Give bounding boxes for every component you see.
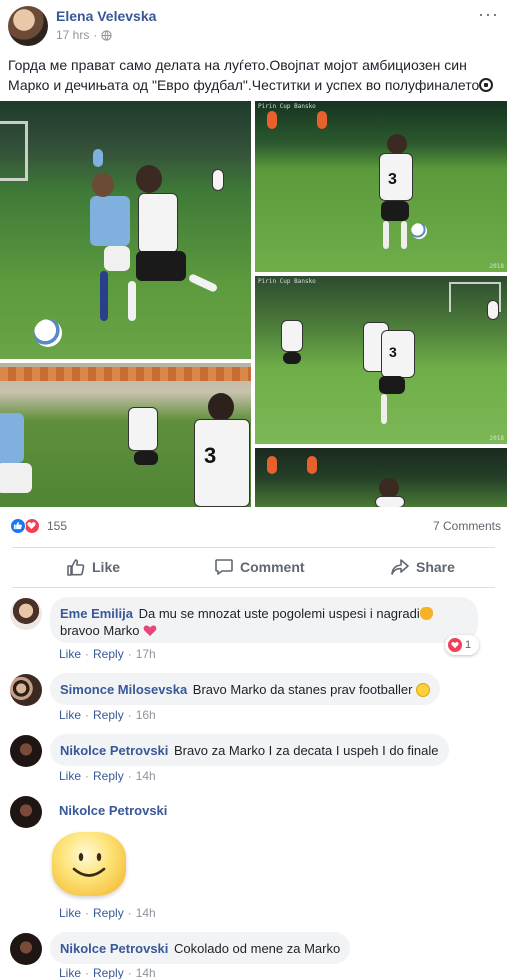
photo-5[interactable] xyxy=(255,448,507,507)
author-name[interactable]: Elena Velevska xyxy=(56,8,156,24)
commenter-avatar[interactable] xyxy=(10,796,42,828)
comment-item: Nikolce Petrovski Like · Reply · 14h xyxy=(0,795,507,923)
commenter-avatar[interactable] xyxy=(10,735,42,767)
heart-reaction-icon xyxy=(448,638,462,652)
comment-actions: Like · Reply · 16h xyxy=(59,708,156,722)
comment-like-link[interactable]: Like xyxy=(59,708,81,722)
comment-time[interactable]: 14h xyxy=(136,966,156,979)
like-reaction-icon[interactable] xyxy=(10,518,26,534)
post-actions: Like Comment Share xyxy=(0,548,507,586)
comment-text: Cokolado od mene za Marko xyxy=(174,941,341,956)
photo-4[interactable]: 3 xyxy=(0,363,251,507)
photo-2[interactable]: Pirin Cup Bansko 3 2018 xyxy=(255,101,507,272)
share-icon xyxy=(391,559,409,575)
heart-emoji xyxy=(143,625,157,636)
comment-button-label: Comment xyxy=(240,559,305,575)
more-options-icon[interactable]: ··· xyxy=(478,4,499,25)
reaction-count[interactable]: 155 xyxy=(47,519,67,533)
comment-bubble: Simonce Milosevska Bravo Marko da stanes… xyxy=(50,673,441,705)
photo-year: 2018 xyxy=(489,263,504,270)
comment-time[interactable]: 14h xyxy=(136,906,156,920)
commenter-avatar[interactable] xyxy=(10,598,42,630)
thumbs-up-icon xyxy=(67,559,85,576)
commenter-name[interactable]: Nikolce Petrovski xyxy=(59,803,167,818)
comment-reply-link[interactable]: Reply xyxy=(93,906,124,920)
comment-item: Simonce Milosevska Bravo Marko da stanes… xyxy=(0,673,507,722)
reactions-bar: 155 7 Comments xyxy=(0,514,507,538)
comment-actions: Like · Reply · 14h xyxy=(59,769,156,783)
comment-reply-link[interactable]: Reply xyxy=(93,966,124,979)
comment-time[interactable]: 16h xyxy=(136,708,156,722)
comment-like-link[interactable]: Like xyxy=(59,647,81,661)
comment-reply-link[interactable]: Reply xyxy=(93,708,124,722)
soccer-ball-emoji xyxy=(479,78,494,92)
comment-time[interactable]: 17h xyxy=(136,647,156,661)
commenter-name[interactable]: Nikolce Petrovski xyxy=(60,743,168,758)
post-text-content: Горда ме прават само делата на луѓето.Ов… xyxy=(8,57,480,93)
like-button-label: Like xyxy=(92,559,121,575)
photo-grid: Pirin Cup Bansko 3 2018 Pirin Cup Bansko… xyxy=(0,101,507,507)
share-button-label: Share xyxy=(416,559,455,575)
comment-reply-link[interactable]: Reply xyxy=(93,769,124,783)
share-button[interactable]: Share xyxy=(390,548,455,586)
meta-separator: · xyxy=(93,28,98,42)
commenter-name[interactable]: Eme Emilija xyxy=(60,606,133,621)
comment-text: Bravo za Marko I za decata I uspeh I do … xyxy=(174,743,439,758)
comments-count[interactable]: 7 Comments xyxy=(433,519,501,533)
comment-reaction-badge[interactable]: 1 xyxy=(445,635,479,655)
comment-bubble: Nikolce Petrovski Cokolado od mene za Ma… xyxy=(50,932,351,964)
comment-actions: Like · Reply · 17h xyxy=(59,647,156,661)
comment-item: Nikolce Petrovski Cokolado od mene za Ma… xyxy=(0,932,507,979)
post-text: Горда ме прават само делата на луѓето.Ов… xyxy=(8,55,498,95)
comment-reaction-count: 1 xyxy=(465,639,472,651)
comment-sticker-wrap xyxy=(0,832,200,902)
photo-1[interactable] xyxy=(0,101,251,359)
globe-icon xyxy=(101,29,112,41)
comment-icon xyxy=(215,559,233,575)
divider-bottom xyxy=(12,587,495,588)
comment-button[interactable]: Comment xyxy=(214,548,305,586)
comment-item: Nikolce Petrovski Bravo za Marko I za de… xyxy=(0,734,507,783)
comment-text: Bravo Marko da stanes prav footballer xyxy=(192,682,413,697)
comment-like-link[interactable]: Like xyxy=(59,966,81,979)
comment-reply-link[interactable]: Reply xyxy=(93,647,124,661)
comment-item: Eme Emilija Da mu se mnozat uste pogolem… xyxy=(0,597,507,661)
smiley-sticker[interactable] xyxy=(52,832,126,896)
author-avatar[interactable] xyxy=(8,6,48,46)
commenter-name[interactable]: Simonce Milosevska xyxy=(60,682,187,697)
comment-bubble: Eme Emilija Da mu se mnozat uste pogolem… xyxy=(50,597,478,643)
commenter-avatar[interactable] xyxy=(10,674,42,706)
comment-text: Da mu se mnozat uste pogolemi uspesi i n… xyxy=(138,606,420,621)
comment-header: Nikolce Petrovski xyxy=(59,803,169,818)
comment-like-link[interactable]: Like xyxy=(59,769,81,783)
post-time[interactable]: 17 hrs xyxy=(56,28,89,42)
post-meta: 17 hrs · xyxy=(56,28,112,42)
post-header: Elena Velevska 17 hrs · ··· xyxy=(0,0,507,50)
like-button[interactable]: Like xyxy=(66,548,120,586)
smiley-emoji xyxy=(416,683,431,697)
commenter-avatar[interactable] xyxy=(10,933,42,965)
love-reaction-icon[interactable] xyxy=(24,518,40,534)
clapping-hands-emoji xyxy=(419,607,433,620)
comment-actions: Like · Reply · 14h xyxy=(59,966,156,979)
comment-bubble: Nikolce Petrovski Bravo za Marko I za de… xyxy=(50,734,449,766)
comment-time[interactable]: 14h xyxy=(136,769,156,783)
comment-actions: Like · Reply · 14h xyxy=(59,906,156,920)
photo-3[interactable]: Pirin Cup Bansko 3 2018 xyxy=(255,276,507,444)
photo-watermark-2: Pirin Cup Bansko xyxy=(258,278,316,285)
commenter-name[interactable]: Nikolce Petrovski xyxy=(60,941,168,956)
comment-text-line2: bravoo Marko xyxy=(60,623,140,638)
photo-year-2: 2018 xyxy=(489,435,504,442)
comment-like-link[interactable]: Like xyxy=(59,906,81,920)
photo-watermark: Pirin Cup Bansko xyxy=(258,103,316,110)
